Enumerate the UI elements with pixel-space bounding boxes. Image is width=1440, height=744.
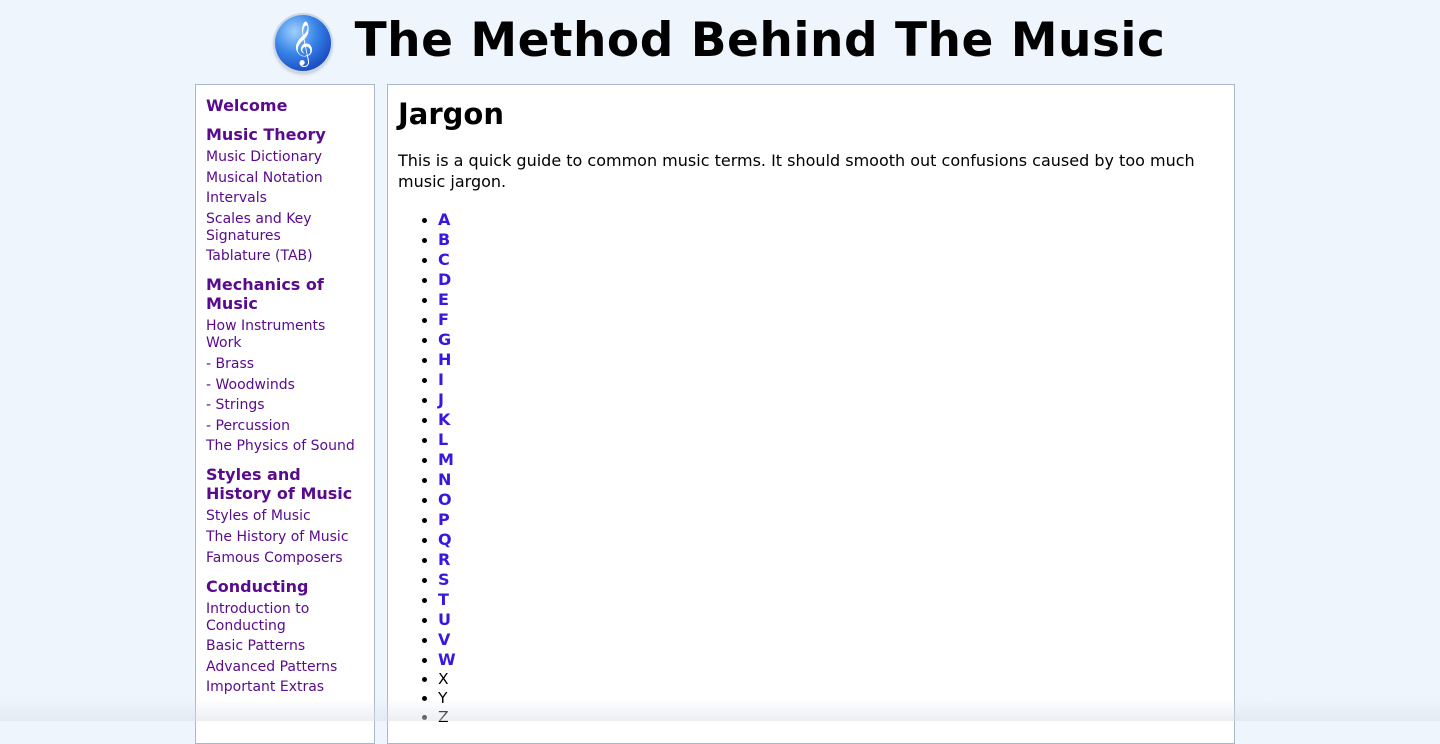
letter-item-s: S	[438, 570, 1224, 590]
letter-item-o: O	[438, 490, 1224, 510]
letter-link-b[interactable]: B	[438, 230, 450, 249]
letter-item-y: Y	[438, 689, 1224, 708]
letter-link-w[interactable]: W	[438, 650, 456, 669]
letter-link-r[interactable]: R	[438, 550, 450, 569]
nav-link-strings[interactable]: - Strings	[206, 397, 364, 414]
nav-group-music-theory: Music Theory Music Dictionary Musical Nota…	[206, 125, 364, 265]
letter-item-m: M	[438, 450, 1224, 470]
letter-link-l[interactable]: L	[438, 430, 448, 449]
letter-item-h: H	[438, 350, 1224, 370]
letter-item-j: J	[438, 390, 1224, 410]
letter-link-o[interactable]: O	[438, 490, 452, 509]
letter-text-z: Z	[438, 708, 449, 726]
nav-group-mechanics-of-music: Mechanics of Music How Instruments Work - …	[206, 275, 364, 455]
letter-item-g: G	[438, 330, 1224, 350]
letter-link-k[interactable]: K	[438, 410, 450, 429]
site-title: The Method Behind The Music	[354, 12, 1166, 68]
site-header: 𝄞 The Method Behind The Music	[0, 0, 1440, 84]
nav-group-conducting: Conducting Introduction to Conducting Basi…	[206, 577, 364, 697]
nav-heading-mechanics-of-music[interactable]: Mechanics of Music	[206, 275, 364, 313]
letter-link-i[interactable]: I	[438, 370, 444, 389]
letter-item-d: D	[438, 270, 1224, 290]
page-title: Jargon	[398, 97, 504, 131]
letter-item-b: B	[438, 230, 1224, 250]
nav-link-advanced-patterns[interactable]: Advanced Patterns	[206, 659, 364, 676]
intro-text: This is a quick guide to common music te…	[398, 151, 1195, 191]
nav-link-important-extras[interactable]: Important Extras	[206, 679, 364, 696]
nav-link-percussion[interactable]: - Percussion	[206, 418, 364, 435]
letter-link-c[interactable]: C	[438, 250, 450, 269]
letter-link-f[interactable]: F	[438, 310, 449, 329]
letter-item-w: W	[438, 650, 1224, 670]
nav-link-musical-notation[interactable]: Musical Notation	[206, 170, 364, 187]
nav-heading-music-theory[interactable]: Music Theory	[206, 125, 364, 144]
nav-link-brass[interactable]: - Brass	[206, 356, 364, 373]
letter-link-s[interactable]: S	[438, 570, 450, 589]
letter-item-p: P	[438, 510, 1224, 530]
letter-item-k: K	[438, 410, 1224, 430]
nav-link-music-dictionary[interactable]: Music Dictionary	[206, 149, 364, 166]
nav-link-the-physics-of-sound[interactable]: The Physics of Sound	[206, 438, 364, 455]
nav-welcome[interactable]: Welcome	[206, 96, 364, 115]
letter-text-x: X	[438, 670, 449, 688]
nav-link-woodwinds[interactable]: - Woodwinds	[206, 377, 364, 394]
letter-text-y: Y	[438, 689, 448, 707]
letter-item-z: Z	[438, 708, 1224, 727]
nav-link-tablature-tab[interactable]: Tablature (TAB)	[206, 248, 364, 265]
letter-item-x: X	[438, 670, 1224, 689]
nav-link-scales-and-key-signatures[interactable]: Scales and Key Signatures	[206, 211, 364, 245]
letter-item-u: U	[438, 610, 1224, 630]
letter-link-d[interactable]: D	[438, 270, 451, 289]
nav-link-basic-patterns[interactable]: Basic Patterns	[206, 638, 364, 655]
main-content: Jargon This is a quick guide to common m…	[387, 84, 1235, 744]
letter-item-f: F	[438, 310, 1224, 330]
letter-item-i: I	[438, 370, 1224, 390]
letter-link-a[interactable]: A	[438, 210, 450, 229]
letter-link-t[interactable]: T	[438, 590, 449, 609]
letter-item-e: E	[438, 290, 1224, 310]
letter-item-v: V	[438, 630, 1224, 650]
letter-link-u[interactable]: U	[438, 610, 451, 629]
nav-link-styles-of-music[interactable]: Styles of Music	[206, 508, 364, 525]
nav-heading-styles-and-history-of-music[interactable]: Styles and History of Music	[206, 465, 364, 503]
nav-link-famous-composers[interactable]: Famous Composers	[206, 550, 364, 567]
nav-heading-conducting[interactable]: Conducting	[206, 577, 364, 596]
letter-item-a: A	[438, 210, 1224, 230]
letter-item-r: R	[438, 550, 1224, 570]
letter-link-n[interactable]: N	[438, 470, 451, 489]
letter-item-n: N	[438, 470, 1224, 490]
alphabet-index: ABCDEFGHIJKLMNOPQRSTUVWXYZ	[398, 210, 1224, 727]
nav-link-how-instruments-work[interactable]: How Instruments Work	[206, 318, 364, 352]
letter-link-p[interactable]: P	[438, 510, 450, 529]
letter-item-l: L	[438, 430, 1224, 450]
letter-link-m[interactable]: M	[438, 450, 454, 469]
letter-link-q[interactable]: Q	[438, 530, 452, 549]
letter-item-c: C	[438, 250, 1224, 270]
letter-link-v[interactable]: V	[438, 630, 450, 649]
nav-link-the-history-of-music[interactable]: The History of Music	[206, 529, 364, 546]
letter-item-q: Q	[438, 530, 1224, 550]
letter-item-t: T	[438, 590, 1224, 610]
letter-link-h[interactable]: H	[438, 350, 451, 369]
nav-link-introduction-to-conducting[interactable]: Introduction to Conducting	[206, 601, 364, 635]
nav-groups: Music Theory Music Dictionary Musical Nota…	[206, 125, 364, 696]
treble-clef-icon[interactable]: 𝄞	[274, 15, 331, 71]
sidebar-nav: Welcome Music Theory Music Dictionary Musi…	[195, 84, 375, 744]
letter-link-e[interactable]: E	[438, 290, 449, 309]
letter-link-g[interactable]: G	[438, 330, 451, 349]
nav-group-styles-and-history-of-music: Styles and History of Music Styles of Mus…	[206, 465, 364, 566]
nav-link-intervals[interactable]: Intervals	[206, 190, 364, 207]
letter-link-j[interactable]: J	[438, 390, 444, 409]
